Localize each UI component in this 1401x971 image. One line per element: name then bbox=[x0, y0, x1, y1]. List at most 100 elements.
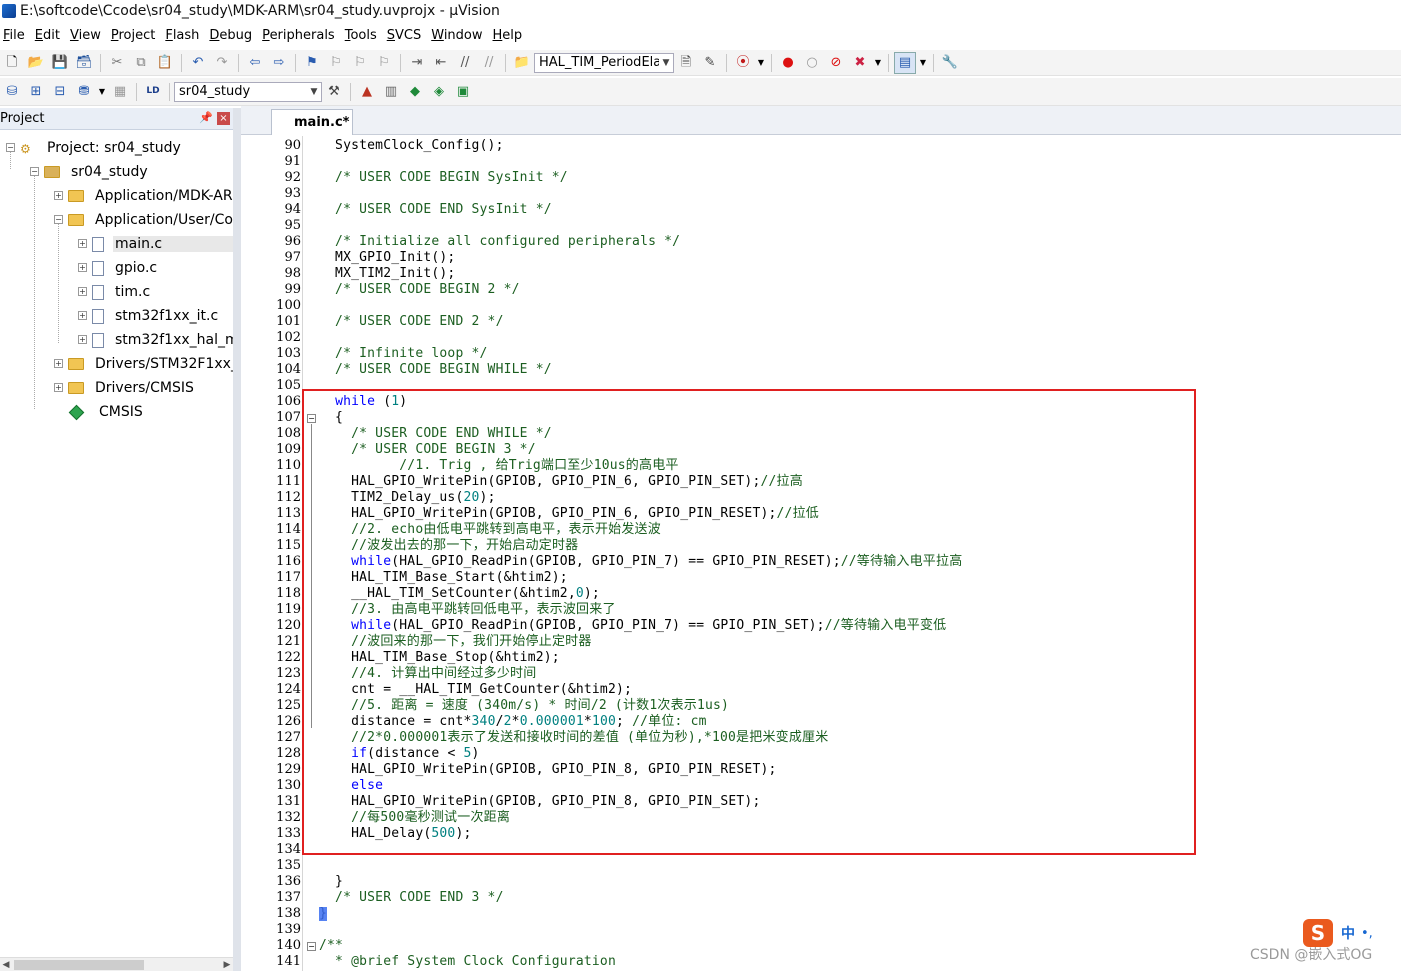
code-line[interactable]: //2. echo由低电平跳转到高电平，表示开始发送波 bbox=[319, 522, 1399, 538]
scroll-thumb[interactable] bbox=[14, 960, 144, 970]
code-line[interactable]: /* USER CODE END 2 */ bbox=[319, 314, 1399, 330]
translate-icon[interactable]: ⛁ bbox=[1, 81, 23, 103]
code-line[interactable]: MX_TIM2_Init(); bbox=[319, 266, 1399, 282]
menu-item-file[interactable]: File bbox=[0, 28, 32, 43]
pack-installer-icon[interactable]: ◈ bbox=[428, 81, 450, 103]
code-line[interactable]: HAL_GPIO_WritePin(GPIOB, GPIO_PIN_6, GPI… bbox=[319, 506, 1399, 522]
uncomment-icon[interactable]: // bbox=[478, 52, 500, 74]
tree-item-folder[interactable]: Drivers/STM32F1xx_I bbox=[68, 352, 233, 376]
new-file-icon[interactable]: 🗋 bbox=[1, 52, 23, 74]
code-line[interactable]: /* Infinite loop */ bbox=[319, 346, 1399, 362]
close-icon[interactable]: × bbox=[217, 112, 230, 125]
save-icon[interactable]: 💾 bbox=[49, 52, 71, 74]
code-line[interactable]: TIM2_Delay_us(20); bbox=[319, 490, 1399, 506]
paste-icon[interactable]: 📋 bbox=[154, 52, 176, 74]
code-editor[interactable]: 90 91 92 93 94 95 96 97 98 99 100 101 102 103 104 105 10… bbox=[241, 136, 1401, 971]
scroll-right-icon[interactable]: ▶ bbox=[221, 958, 233, 971]
expand-icon[interactable]: + bbox=[54, 383, 63, 392]
menu-item-debug[interactable]: Debug bbox=[206, 28, 259, 43]
code-line[interactable]: } bbox=[319, 874, 1399, 890]
code-line[interactable] bbox=[319, 858, 1399, 874]
code-line[interactable]: /* USER CODE BEGIN 3 */ bbox=[319, 442, 1399, 458]
expand-icon[interactable]: + bbox=[78, 239, 87, 248]
find-in-files-icon[interactable]: 📁 bbox=[511, 52, 533, 74]
code-line[interactable]: /* Initialize all configured peripherals… bbox=[319, 234, 1399, 250]
menu-item-svcs[interactable]: SVCS bbox=[384, 28, 429, 43]
pin-icon[interactable]: 📌 bbox=[199, 111, 213, 124]
chevron-down-icon[interactable]: ▼ bbox=[659, 53, 673, 72]
fold-toggle-icon[interactable]: − bbox=[307, 942, 316, 951]
ime-punctuation-indicator[interactable]: •, bbox=[1361, 926, 1373, 941]
code-line[interactable]: HAL_TIM_Base_Start(&htim2); bbox=[319, 570, 1399, 586]
menu-item-flash[interactable]: Flash bbox=[162, 28, 206, 43]
tree-item-file[interactable]: tim.c bbox=[92, 280, 152, 304]
expand-icon[interactable]: + bbox=[78, 311, 87, 320]
code-line[interactable]: //5. 距离 = 速度 (340m/s) * 时间/2 (计数1次表示1us) bbox=[319, 698, 1399, 714]
code-line[interactable]: /** bbox=[319, 938, 1399, 954]
chevron-down-icon[interactable]: ▼ bbox=[918, 52, 928, 74]
collapse-icon[interactable]: − bbox=[30, 167, 39, 176]
rebuild-icon[interactable]: ⊟ bbox=[49, 81, 71, 103]
chevron-down-icon[interactable]: ▼ bbox=[756, 52, 766, 74]
configure-wrench-icon[interactable]: 🔧 bbox=[939, 52, 961, 74]
redo-icon[interactable]: ↷ bbox=[211, 52, 233, 74]
tree-item-file[interactable]: gpio.c bbox=[92, 256, 159, 280]
manage-project-items-icon[interactable]: ▲ bbox=[356, 81, 378, 103]
code-line[interactable] bbox=[319, 922, 1399, 938]
code-line[interactable]: cnt = __HAL_TIM_GetCounter(&htim2); bbox=[319, 682, 1399, 698]
code-line[interactable]: if(distance < 5) bbox=[319, 746, 1399, 762]
code-line[interactable] bbox=[319, 378, 1399, 394]
breakpoint-insert-icon[interactable]: ● bbox=[777, 52, 799, 74]
code-line[interactable]: MX_GPIO_Init(); bbox=[319, 250, 1399, 266]
menu-item-tools[interactable]: Tools bbox=[342, 28, 384, 43]
code-line[interactable]: distance = cnt*340/2*0.000001*100; //单位:… bbox=[319, 714, 1399, 730]
code-line[interactable]: /* USER CODE BEGIN 2 */ bbox=[319, 282, 1399, 298]
menu-item-view[interactable]: View bbox=[67, 28, 108, 43]
indent-icon[interactable]: ⇥ bbox=[406, 52, 428, 74]
code-line[interactable]: else bbox=[319, 778, 1399, 794]
build-icon[interactable]: ⊞ bbox=[25, 81, 47, 103]
code-line[interactable]: __HAL_TIM_SetCounter(&htim2,0); bbox=[319, 586, 1399, 602]
fold-toggle-icon[interactable]: − bbox=[307, 414, 316, 423]
scroll-left-icon[interactable]: ◀ bbox=[0, 958, 12, 971]
code-line[interactable]: /* USER CODE END 3 */ bbox=[319, 890, 1399, 906]
expand-icon[interactable]: + bbox=[78, 263, 87, 272]
stop-build-icon[interactable]: ▦ bbox=[109, 81, 131, 103]
bookmark-clear-icon[interactable]: ⚐ bbox=[373, 52, 395, 74]
download-load-icon[interactable]: LD bbox=[142, 81, 164, 103]
options-for-target-icon[interactable]: ⚒ bbox=[323, 81, 345, 103]
tree-item-file[interactable]: stm32f1xx_it.c bbox=[92, 304, 220, 328]
bookmark-toggle-icon[interactable]: ⚑ bbox=[301, 52, 323, 74]
code-line[interactable]: //3. 由高电平跳转回低电平，表示波回来了 bbox=[319, 602, 1399, 618]
open-file-icon[interactable]: 📂 bbox=[25, 52, 47, 74]
find-icon[interactable]: 🗎 bbox=[675, 52, 697, 74]
bookmark-next-icon[interactable]: ⚐ bbox=[349, 52, 371, 74]
chevron-down-icon[interactable]: ▼ bbox=[873, 52, 883, 74]
expand-icon[interactable]: + bbox=[54, 191, 63, 200]
find-combo[interactable]: HAL_TIM_PeriodElaps ▼ bbox=[534, 52, 674, 73]
code-line[interactable]: //4. 计算出中间经过多少时间 bbox=[319, 666, 1399, 682]
code-line[interactable]: } bbox=[319, 906, 1399, 922]
debug-session-icon[interactable]: ⦿ bbox=[732, 52, 754, 74]
expand-icon[interactable]: + bbox=[78, 335, 87, 344]
comment-icon[interactable]: // bbox=[454, 52, 476, 74]
collapse-icon[interactable]: − bbox=[54, 215, 63, 224]
code-line[interactable] bbox=[319, 330, 1399, 346]
tree-item-folder[interactable]: Application/MDK-AR bbox=[68, 184, 233, 208]
menu-item-peripherals[interactable]: Peripherals bbox=[259, 28, 342, 43]
manage-runtime-env-icon[interactable]: ◆ bbox=[404, 81, 426, 103]
nav-forward-icon[interactable]: ⇨ bbox=[268, 52, 290, 74]
code-line[interactable]: HAL_Delay(500); bbox=[319, 826, 1399, 842]
code-line[interactable] bbox=[319, 186, 1399, 202]
code-line[interactable]: //1. Trig , 给Trig端口至少10us的高电平 bbox=[319, 458, 1399, 474]
expand-icon[interactable]: + bbox=[78, 287, 87, 296]
code-line[interactable] bbox=[319, 298, 1399, 314]
undo-icon[interactable]: ↶ bbox=[187, 52, 209, 74]
code-line[interactable]: //2*0.000001表示了发送和接收时间的差值 (单位为秒),*100是把米… bbox=[319, 730, 1399, 746]
tree-item-file[interactable]: stm32f1xx_hal_m bbox=[92, 328, 233, 352]
code-line[interactable]: * @brief System Clock Configuration bbox=[319, 954, 1399, 970]
code-line[interactable]: //波回来的那一下，我们开始停止定时器 bbox=[319, 634, 1399, 650]
tree-item-folder[interactable]: Drivers/CMSIS bbox=[68, 376, 196, 400]
code-line[interactable]: HAL_GPIO_WritePin(GPIOB, GPIO_PIN_6, GPI… bbox=[319, 474, 1399, 490]
tree-item-diamond[interactable]: CMSIS bbox=[68, 400, 145, 424]
